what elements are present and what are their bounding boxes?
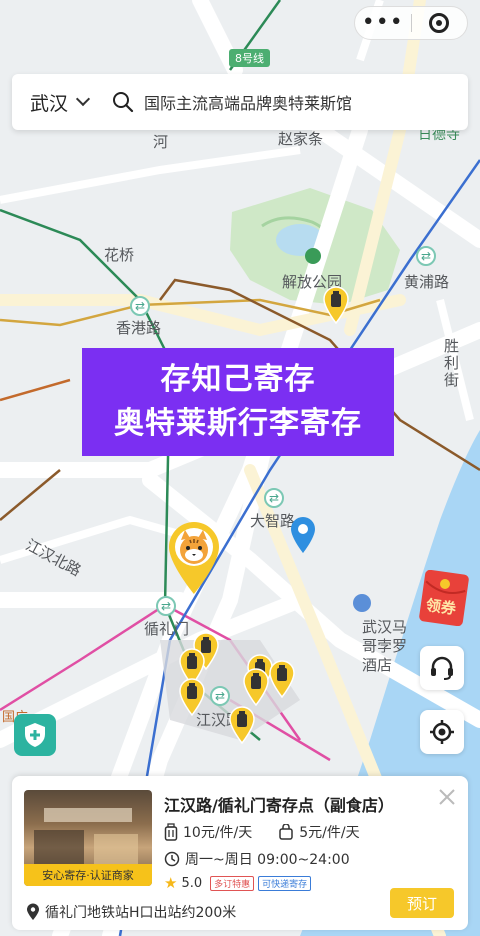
luggage-pin-icon[interactable] bbox=[228, 706, 256, 744]
opening-hours: 周一~周日 09:00~24:00 bbox=[185, 852, 350, 868]
price-small: 5元/件/天 bbox=[299, 825, 360, 841]
chevron-down-icon bbox=[75, 91, 91, 107]
price-large: 10元/件/天 bbox=[183, 825, 253, 841]
target-circle-icon bbox=[429, 13, 450, 33]
shield-plus-icon bbox=[25, 723, 45, 747]
express-tag: 可快递寄存 bbox=[258, 875, 312, 891]
map-label-huaqiao: 花桥 bbox=[104, 246, 135, 264]
price-row: 10元/件/天 5元/件/天 bbox=[164, 822, 386, 842]
large-luggage-icon bbox=[164, 823, 178, 841]
safety-button[interactable] bbox=[14, 714, 56, 756]
close-icon[interactable] bbox=[436, 786, 458, 808]
banner-line-2: 奥特莱斯行李寄存 bbox=[114, 406, 362, 441]
star-icon: ★ bbox=[164, 874, 178, 892]
more-dots-icon: ••• bbox=[361, 10, 404, 35]
miniprogram-capsule: ••• bbox=[354, 6, 468, 40]
headset-icon bbox=[431, 656, 453, 680]
address-row: 循礼门地铁站H口出站约200米 bbox=[26, 902, 236, 922]
map-label-wuhan-hotel: 武汉马哥孛罗酒店 bbox=[362, 618, 408, 674]
clock-icon bbox=[164, 851, 180, 867]
discount-tag: 多订特惠 bbox=[210, 875, 255, 891]
hotel-icon bbox=[353, 594, 371, 612]
park-icon bbox=[305, 248, 321, 264]
metro-station-icon: ⇄ bbox=[156, 596, 176, 616]
close-miniprogram-button[interactable] bbox=[412, 7, 468, 39]
metro-station-icon: ⇄ bbox=[210, 686, 230, 706]
customer-service-button[interactable] bbox=[420, 646, 464, 690]
coupon-button[interactable]: 领券 bbox=[418, 569, 470, 627]
store-name: 江汉路/循礼门寄存点（副食店） bbox=[164, 796, 394, 815]
store-card[interactable]: 安心寄存·认证商家 江汉路/循礼门寄存点（副食店） 10元/件/天 5元/件/天 bbox=[12, 776, 468, 930]
map-label-xunlimen: 循礼门 bbox=[144, 620, 190, 638]
coupon-label: 领券 bbox=[424, 595, 458, 618]
luggage-pin-icon[interactable] bbox=[242, 668, 270, 706]
search-bar: 武汉 国际主流高端品牌奥特莱斯馆 bbox=[12, 74, 468, 130]
map-label-xianggang-road: 香港路 bbox=[116, 319, 162, 337]
metro-station-icon: ⇄ bbox=[416, 246, 436, 266]
metro-station-icon: ⇄ bbox=[264, 488, 284, 508]
book-button[interactable]: 预订 bbox=[390, 888, 454, 918]
map-label-river: 河 bbox=[151, 134, 169, 151]
banner-line-1: 存知己寄存 bbox=[160, 362, 316, 397]
search-icon bbox=[113, 92, 134, 113]
search-input[interactable]: 国际主流高端品牌奥特莱斯馆 bbox=[144, 90, 352, 114]
rating-row: ★ 5.0 多订特惠 可快递寄存 bbox=[164, 874, 312, 892]
map-label-huangpu-road: 黄浦路 bbox=[404, 273, 450, 291]
rating-value: 5.0 bbox=[181, 875, 203, 891]
metro-line-8-label: 8号线 bbox=[229, 49, 270, 67]
crosshair-icon bbox=[430, 720, 454, 744]
more-button[interactable]: ••• bbox=[355, 7, 411, 39]
luggage-pin-icon[interactable] bbox=[268, 660, 296, 698]
locate-me-button[interactable] bbox=[420, 710, 464, 754]
luggage-pin-icon[interactable] bbox=[322, 286, 350, 324]
metro-station-icon: ⇄ bbox=[130, 296, 150, 316]
certified-badge: 安心寄存·认证商家 bbox=[24, 864, 152, 886]
selected-store-pin-icon[interactable] bbox=[166, 520, 222, 596]
store-address: 循礼门地铁站H口出站约200米 bbox=[45, 905, 237, 921]
luggage-pin-icon[interactable] bbox=[178, 678, 206, 716]
map-label-zhaojiatiao: 赵家条 bbox=[278, 130, 324, 148]
small-bag-icon bbox=[279, 824, 293, 840]
current-location-icon bbox=[291, 517, 315, 553]
city-label: 武汉 bbox=[30, 92, 69, 115]
promo-banner: 存知己寄存 奥特莱斯行李寄存 bbox=[82, 348, 394, 456]
hours-row: 周一~周日 09:00~24:00 bbox=[164, 849, 350, 869]
city-selector[interactable]: 武汉 bbox=[12, 89, 102, 116]
map-label-shengli-street: 胜利街 bbox=[442, 338, 460, 389]
location-pin-icon bbox=[27, 903, 39, 920]
